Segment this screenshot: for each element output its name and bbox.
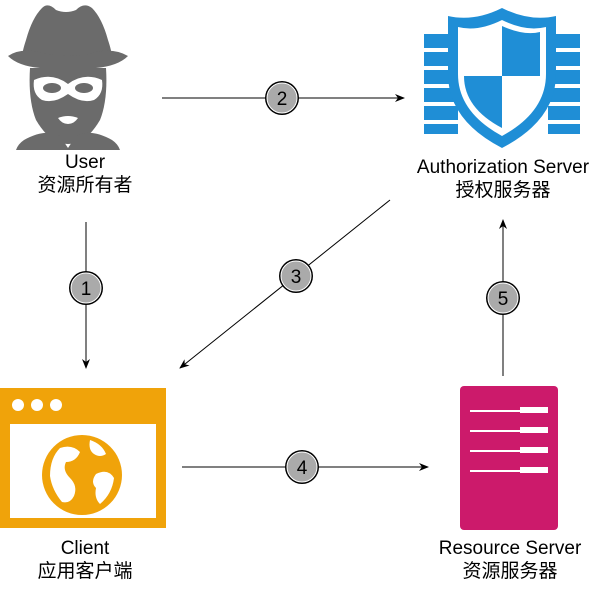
step-badge-5: 5 (486, 281, 520, 315)
auth-server-label-cn: 授权服务器 (455, 180, 551, 201)
user-label-en: User (64, 152, 106, 173)
auth-server-label: Authorization Server 授权服务器 (393, 156, 603, 202)
step-number: 3 (291, 267, 302, 288)
auth-server-label-en: Authorization Server (416, 157, 590, 178)
client-label: Client 应用客户端 (0, 537, 170, 583)
server-icon (460, 386, 558, 530)
step-badge-4: 4 (285, 450, 319, 484)
step-badge-1: 1 (69, 271, 103, 305)
step-badge-2: 2 (265, 81, 299, 115)
step-number: 2 (277, 89, 288, 110)
resource-server-label: Resource Server 资源服务器 (415, 537, 603, 583)
oauth-flow-diagram: 1 2 3 4 5 (0, 5, 580, 530)
user-label-cn: 资源所有者 (37, 175, 133, 196)
shield-firewall-icon (424, 8, 580, 148)
browser-globe-icon (0, 388, 166, 528)
client-label-en: Client (60, 538, 110, 559)
resource-server-label-cn: 资源服务器 (462, 561, 558, 582)
spy-icon (8, 5, 128, 150)
step-number: 4 (297, 458, 308, 479)
user-label: User 资源所有者 (10, 151, 160, 197)
step-number: 1 (81, 279, 92, 300)
step-number: 5 (498, 289, 509, 310)
step-badge-3: 3 (279, 259, 313, 293)
resource-server-label-en: Resource Server (438, 538, 582, 559)
client-label-cn: 应用客户端 (37, 561, 133, 582)
